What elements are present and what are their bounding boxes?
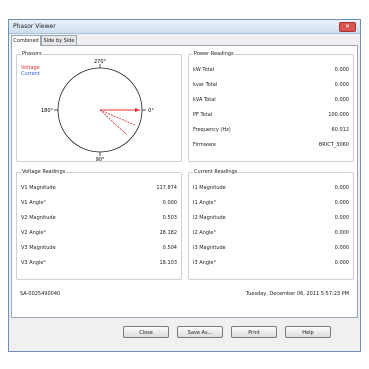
voltage-row-value: 18.103 <box>159 260 178 266</box>
current-row-label: I2 Magnitude <box>193 215 226 221</box>
save-as-button[interactable]: Save As... <box>177 326 223 338</box>
angle-label-top: 270° <box>94 59 107 65</box>
voltage-row-label: V3 Angle° <box>21 260 46 266</box>
current-row-value: 0.000 <box>334 200 349 206</box>
voltage-readings-title: Voltage Readings <box>21 169 67 175</box>
voltage-row: V1 Magnitude 117.874 <box>21 185 177 193</box>
power-row-label: Firmware <box>193 142 216 148</box>
power-row-value: BRICT_3060 <box>318 142 349 148</box>
voltage-readings-group: Voltage Readings V1 Magnitude 117.874 V1 … <box>16 169 182 280</box>
current-row-label: I3 Magnitude <box>193 245 226 251</box>
power-readings-title: Power Readings <box>193 51 235 57</box>
power-row: kW Total 0.000 <box>193 67 349 75</box>
voltage-row: V1 Angle° 0.000 <box>21 200 177 208</box>
current-row-value: 0.000 <box>334 230 349 236</box>
current-row-label: I3 Angle° <box>193 260 216 266</box>
angle-label-bottom: 90° <box>96 157 105 163</box>
voltage-phasor-v1-head <box>135 108 140 112</box>
voltage-row: V2 Magnitude 0.503 <box>21 215 177 223</box>
power-row-label: kW Total <box>193 67 215 73</box>
current-row-value: 0.000 <box>334 260 349 266</box>
current-row-value: 0.000 <box>334 245 349 251</box>
power-row-value: 0.000 <box>334 82 349 88</box>
voltage-row-value: 28.182 <box>159 230 178 236</box>
current-row-value: 0.000 <box>334 185 349 191</box>
power-row: PF Total 100.000 <box>193 112 349 120</box>
tab-combined[interactable]: Combined <box>11 35 41 46</box>
current-row: I1 Angle° 0.000 <box>193 200 349 208</box>
power-readings-group: Power Readings kW Total 0.000 kvar Total 0… <box>188 51 354 162</box>
power-row: kvar Total 0.000 <box>193 82 349 90</box>
phasors-group: Phasors Voltage Current 270° 180° 0° 90° <box>16 51 182 163</box>
power-row-value: 0.000 <box>334 97 349 103</box>
current-row: I3 Magnitude 0.000 <box>193 245 349 253</box>
voltage-phasor-v2 <box>99 109 136 126</box>
voltage-row: V2 Angle° 28.182 <box>21 230 177 238</box>
voltage-row-value: 0.504 <box>162 245 177 251</box>
tab-side-by-side[interactable]: Side by Side <box>41 35 77 45</box>
power-row-value: 0.000 <box>334 67 349 73</box>
voltage-row-label: V1 Angle° <box>21 200 46 206</box>
angle-label-right: 0° <box>148 108 154 114</box>
phasor-viewer-window: Phasor Viewer ✕ Combined Side by Side Ph… <box>8 19 361 352</box>
current-row: I1 Magnitude 0.000 <box>193 185 349 193</box>
power-row: kVA Total 0.000 <box>193 97 349 105</box>
current-readings-group: Current Readings I1 Magnitude 0.000 I1 An… <box>188 169 354 280</box>
current-row-value: 0.000 <box>334 215 349 221</box>
current-row: I2 Angle° 0.000 <box>193 230 349 238</box>
current-row: I2 Magnitude 0.000 <box>193 215 349 223</box>
power-row-label: Frequency (Hz) <box>193 127 231 133</box>
voltage-row-value: 0.000 <box>162 200 177 206</box>
current-row-label: I2 Angle° <box>193 230 216 236</box>
title-bar[interactable]: Phasor Viewer ✕ <box>9 20 360 34</box>
voltage-row-label: V3 Magnitude <box>21 245 56 251</box>
voltage-row-label: V2 Magnitude <box>21 215 56 221</box>
angle-label-left: 180° <box>41 108 54 114</box>
current-row: I3 Angle° 0.000 <box>193 260 349 268</box>
voltage-row-label: V2 Angle° <box>21 230 46 236</box>
voltage-row-value: 0.503 <box>162 215 177 221</box>
current-row-label: I1 Magnitude <box>193 185 226 191</box>
current-readings-title: Current Readings <box>193 169 239 175</box>
window-title: Phasor Viewer <box>13 23 56 30</box>
power-row-value: 100.000 <box>328 112 349 118</box>
print-button[interactable]: Print <box>231 326 277 338</box>
voltage-row-label: V1 Magnitude <box>21 185 56 191</box>
reading-datetime: Tuesday, December 06, 2011 5:57:23 PM <box>245 291 349 297</box>
power-row-label: kvar Total <box>193 82 218 88</box>
power-row-value: 60.012 <box>331 127 350 133</box>
voltage-row: V3 Angle° 18.103 <box>21 260 177 268</box>
power-row-label: kVA Total <box>193 97 216 103</box>
close-window-button[interactable]: ✕ <box>339 22 356 32</box>
phasor-diagram: 270° 180° 0° 90° <box>41 59 154 163</box>
power-row-label: PF Total <box>193 112 213 118</box>
voltage-row-value: 117.874 <box>156 185 177 191</box>
help-button[interactable]: Help <box>285 326 331 338</box>
close-button[interactable]: Close <box>123 326 169 338</box>
serial-number: SA-0025490040 <box>20 291 61 297</box>
power-row: Firmware BRICT_3060 <box>193 142 349 150</box>
combined-panel: Phasors Voltage Current 270° 180° 0° 90° <box>11 45 358 318</box>
voltage-phasor-v3 <box>99 109 128 136</box>
voltage-row: V3 Magnitude 0.504 <box>21 245 177 253</box>
power-row: Frequency (Hz) 60.012 <box>193 127 349 135</box>
current-row-label: I1 Angle° <box>193 200 216 206</box>
